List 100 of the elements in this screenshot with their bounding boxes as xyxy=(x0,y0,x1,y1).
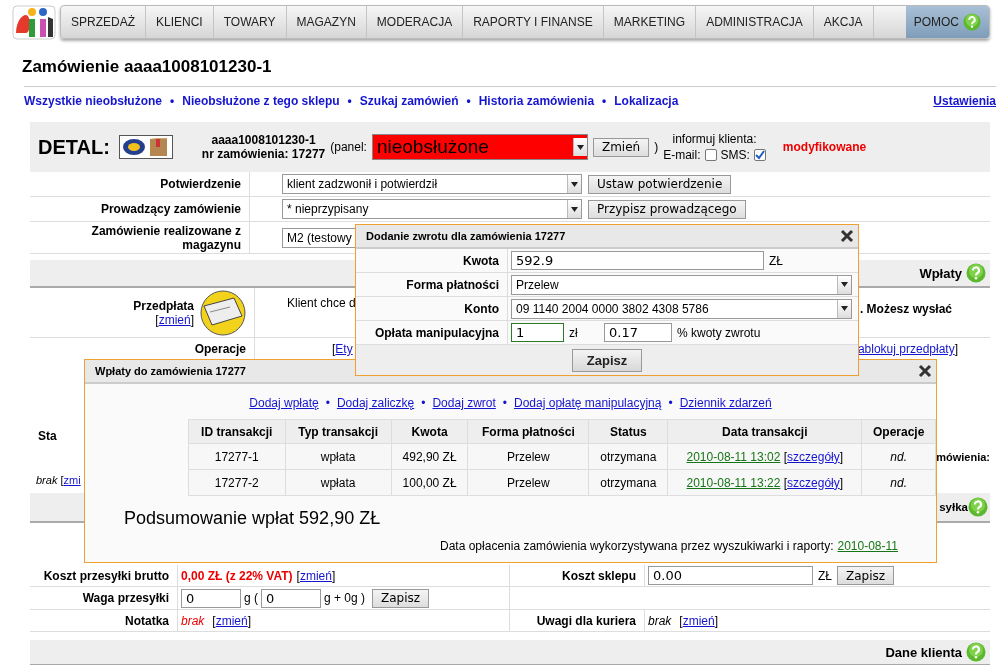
action-link[interactable]: Dodaj wpłatę xyxy=(249,396,319,410)
link[interactable]: Ety xyxy=(335,342,353,356)
dialog-title: Dodanie zwrotu dla zamówienia 17277 xyxy=(366,230,566,242)
link[interactable]: szczegóły xyxy=(787,449,840,464)
input-field[interactable]: 0.00 xyxy=(648,566,813,585)
action-link[interactable]: Dodaj zwrot xyxy=(432,396,496,410)
field-label: Koszt przesyłki brutto xyxy=(43,568,169,583)
separator: • xyxy=(602,93,607,108)
table-cell: 492,90 ZŁ xyxy=(391,443,468,470)
unit: % kwoty zwrotu xyxy=(677,325,761,340)
paren: ) xyxy=(654,140,659,154)
assign-button[interactable]: Przypisz prowadzącego xyxy=(588,199,746,219)
sms-checkbox[interactable] xyxy=(753,149,766,161)
nav-link[interactable]: Historia zamówienia xyxy=(478,93,595,108)
table-cell: 17277-1 xyxy=(188,443,286,470)
field-label: Konto xyxy=(464,301,499,316)
table-cell: Przelew xyxy=(467,443,589,470)
action-link[interactable]: Dziennik zdarzeń xyxy=(679,396,772,410)
dropdown[interactable]: * nieprzypisany xyxy=(282,199,582,219)
change-button[interactable]: Zmień xyxy=(592,137,650,157)
field-label: Koszt sklepu xyxy=(562,568,636,583)
column-header: Operacje xyxy=(861,419,936,444)
link[interactable]: ablokuj przedpłaty xyxy=(857,342,955,356)
separator: • xyxy=(466,93,471,108)
caret-icon xyxy=(567,200,581,218)
dialog-title: Wpłaty do zamówienia 17277 xyxy=(95,365,246,377)
separator: • xyxy=(325,396,330,410)
payments-summary: Podsumowanie wpłat 592,90 ZŁ xyxy=(124,508,382,529)
nav-link[interactable]: Wszystkie nieobsłużone xyxy=(24,93,163,108)
help-icon[interactable] xyxy=(968,497,988,517)
email-checkbox[interactable] xyxy=(704,149,717,161)
close-icon[interactable] xyxy=(840,229,854,243)
save-button[interactable]: Zapisz xyxy=(372,588,430,608)
page-title: Zamówienie aaaa1008101230-1 xyxy=(22,57,273,78)
action-link[interactable]: Dodaj zaliczkę xyxy=(336,396,415,410)
nav-item[interactable]: RAPORTY I FINANSE xyxy=(463,6,604,38)
notify-label: informuj klienta: xyxy=(672,131,757,147)
panel-label: (panel: xyxy=(330,140,367,154)
column-header: Typ transakcji xyxy=(285,419,392,444)
nav-item[interactable]: SPRZEDAŻ xyxy=(61,6,146,38)
field-label: Opłata manipulacyjna xyxy=(374,325,499,340)
dropdown[interactable]: Przelew xyxy=(511,274,852,295)
column-header: Kwota xyxy=(391,419,468,444)
status-dropdown[interactable]: nieobsłużone xyxy=(371,134,588,160)
field-label: Waga przesyłki xyxy=(82,591,169,605)
date-link[interactable]: 2010-08-11 13:02 xyxy=(686,449,781,464)
amount-field[interactable]: 592.9 xyxy=(511,251,764,270)
help-icon[interactable] xyxy=(966,263,986,283)
date-link[interactable]: 2010-08-11 xyxy=(837,539,898,553)
details-link: [szczegóły] xyxy=(783,475,844,490)
table-cell: wpłata xyxy=(285,443,392,470)
percent-field[interactable]: 0.17 xyxy=(604,323,672,342)
field-label: Notatka xyxy=(125,613,169,628)
close-icon[interactable] xyxy=(918,364,932,378)
edit-link: [zmi xyxy=(60,474,81,486)
edit-link: [zmień] xyxy=(296,568,336,583)
action-link[interactable]: Dodaj opłatę manipulacyjną xyxy=(514,396,662,410)
nav-link[interactable]: Lokalizacja xyxy=(614,93,679,108)
details-link: [szczegóły] xyxy=(783,449,844,464)
nav-item[interactable]: KLIENCI xyxy=(146,6,214,38)
detail-label: DETAL: xyxy=(38,135,110,159)
field-label: Operacje xyxy=(194,342,246,356)
unit: ZŁ xyxy=(818,568,832,583)
field-label: Zamówienie realizowane z magazynu xyxy=(90,223,241,252)
help-icon[interactable] xyxy=(966,642,986,662)
date-link[interactable]: 2010-08-11 13:22 xyxy=(686,475,781,490)
input-field[interactable]: 0 xyxy=(181,588,241,608)
dropdown[interactable]: klient zadzwonił i potwierdził xyxy=(282,174,582,194)
nav-link[interactable]: Szukaj zamówień xyxy=(359,93,459,108)
help-icon[interactable] xyxy=(963,13,981,31)
nav-item[interactable]: AKCJA xyxy=(813,6,874,38)
caret-icon xyxy=(567,175,581,193)
table-cell: wpłata xyxy=(285,469,392,496)
input-field[interactable]: 0 xyxy=(261,588,321,608)
save-button[interactable]: Zapisz xyxy=(837,566,895,585)
order-code: aaaa1008101230-1 xyxy=(211,133,316,147)
unblock-link: ablokuj przedpłaty] xyxy=(857,342,958,356)
settings-link[interactable]: Ustawienia xyxy=(933,93,996,108)
nav-item[interactable]: MARKETING xyxy=(603,6,697,38)
fee-field[interactable]: 1 xyxy=(511,323,564,342)
nav-item[interactable]: ADMINISTRACJA xyxy=(696,6,814,38)
note-text: . Możesz wysłać xyxy=(859,301,952,316)
field-label: mówienia: xyxy=(936,451,990,463)
card-icon xyxy=(200,289,246,336)
table-cell: Przelew xyxy=(467,469,589,496)
dropdown[interactable]: 09 1140 2004 0000 3802 4308 5786 xyxy=(511,298,852,319)
separator: • xyxy=(170,93,175,108)
field-label: Kwota xyxy=(463,253,499,268)
assign-button[interactable]: Ustaw potwierdzenie xyxy=(588,174,732,194)
separator: • xyxy=(347,93,352,108)
nav-item[interactable]: MODERACJA xyxy=(366,6,464,38)
nav-item[interactable]: MAGAZYN xyxy=(286,6,367,38)
save-button[interactable]: Zapisz xyxy=(571,348,643,372)
column-header: Forma płatności xyxy=(467,419,589,444)
logo-icon[interactable] xyxy=(12,3,56,41)
field-label: Prowadzący zamówienie xyxy=(100,202,241,216)
nav-link[interactable]: Nieobsłużone z tego sklepu xyxy=(182,93,340,108)
nav-item[interactable]: TOWARY xyxy=(213,6,287,38)
link[interactable]: szczegóły xyxy=(787,475,840,490)
table-cell: nd. xyxy=(861,469,936,496)
